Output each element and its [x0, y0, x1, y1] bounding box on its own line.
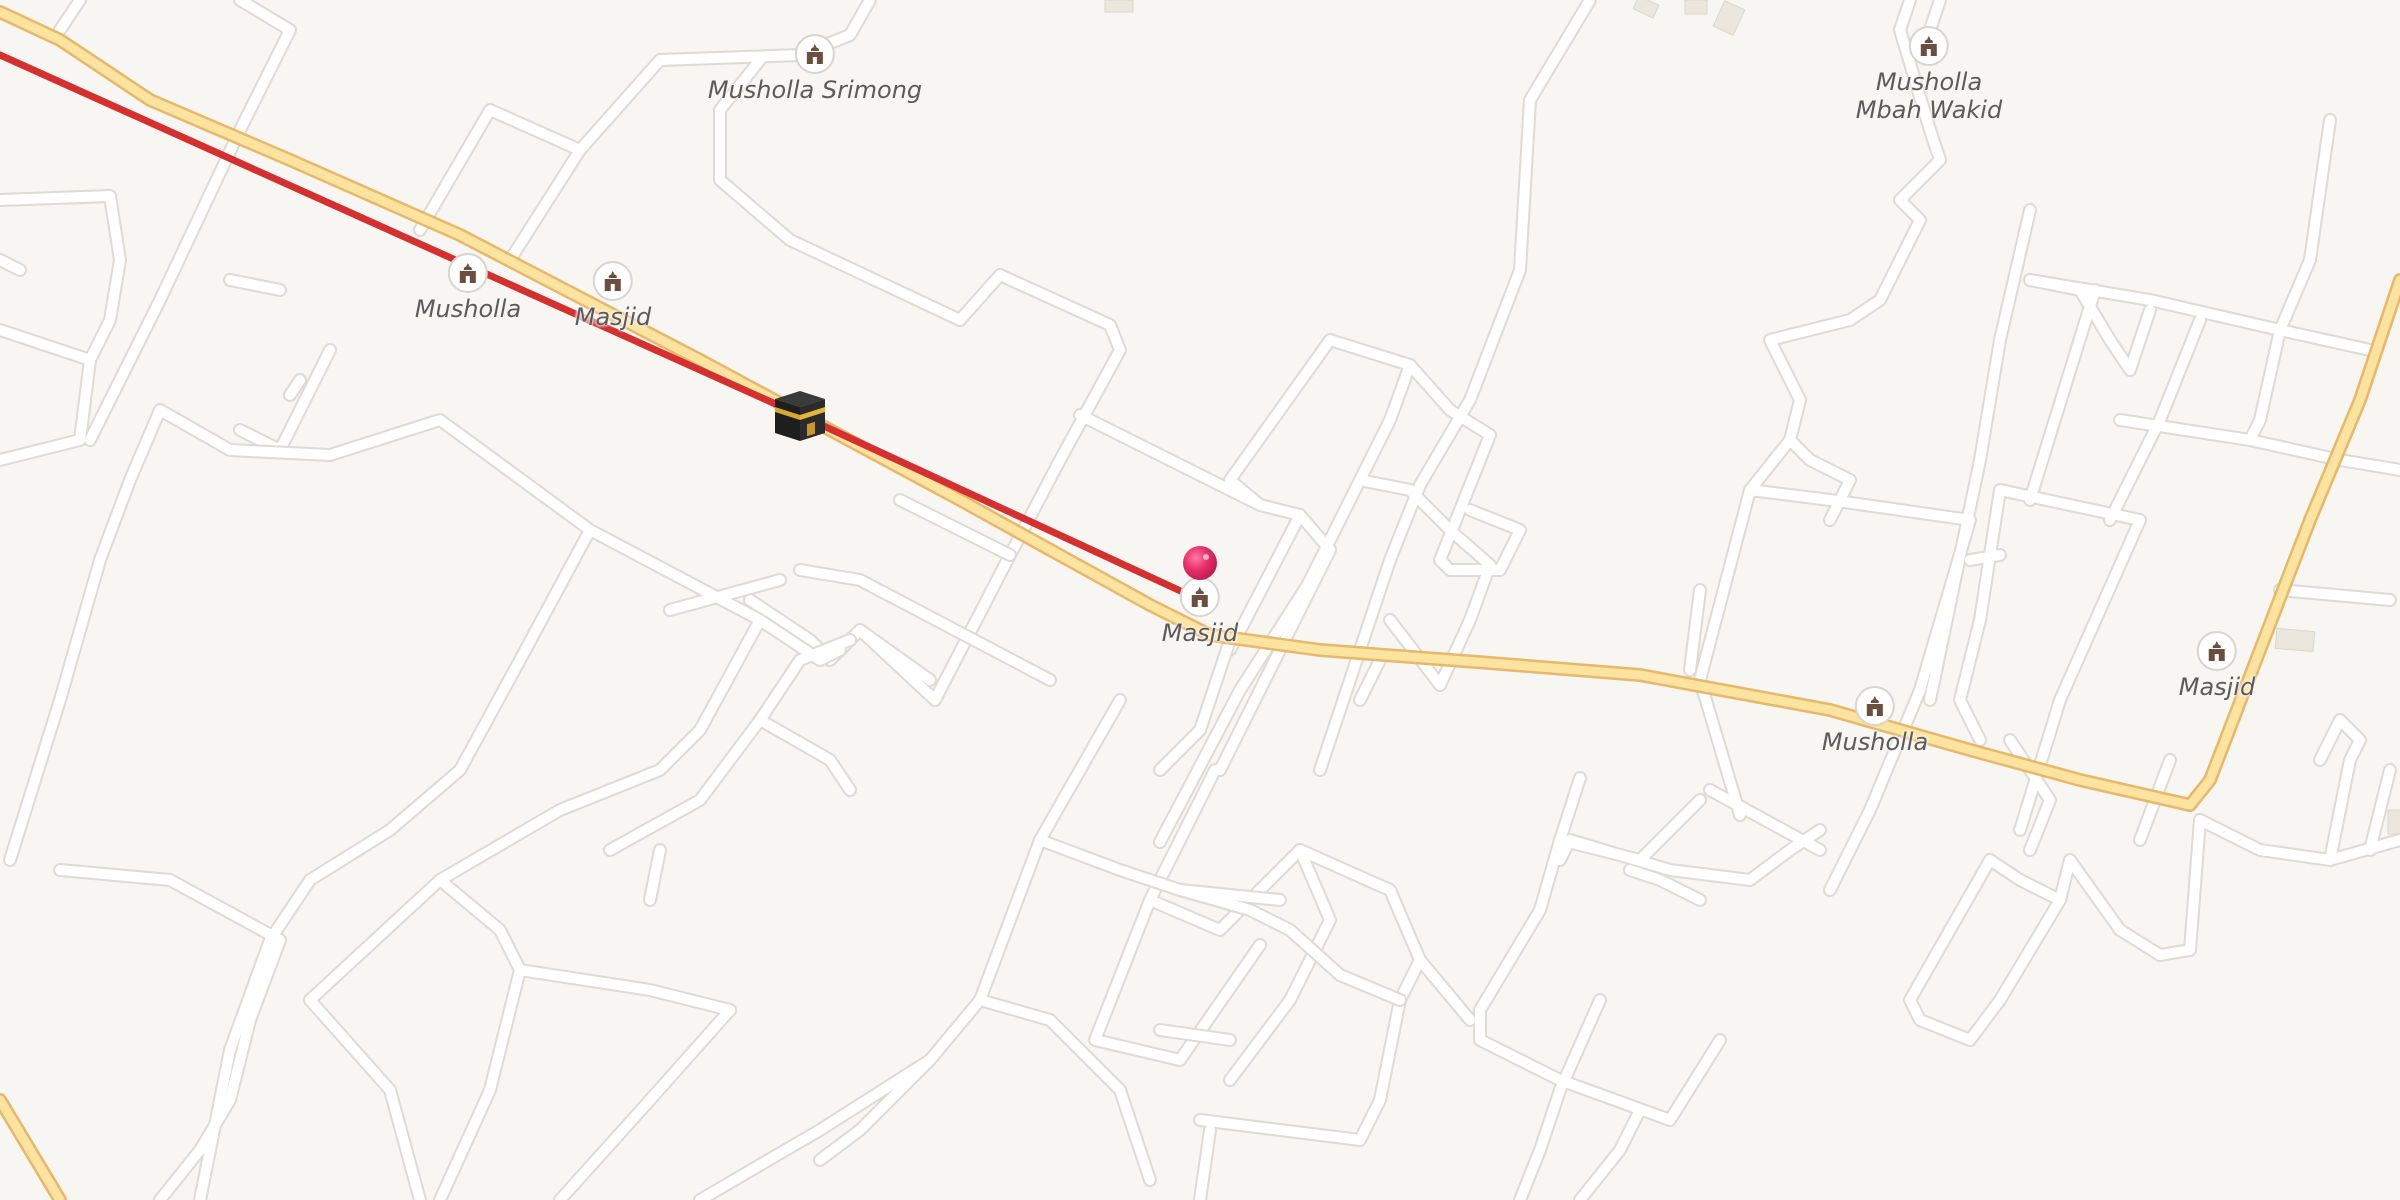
kaaba-icon[interactable]	[771, 387, 829, 449]
poi-label: Musholla	[1821, 728, 1929, 756]
mosque-icon	[2197, 631, 2237, 671]
poi-label: Masjid	[1161, 619, 1239, 647]
poi-label: Musholla Srimong	[707, 76, 923, 104]
poi-masjid-center[interactable]: Masjid	[1161, 577, 1239, 647]
poi-label: Musholla	[414, 295, 522, 323]
poi-masjid-west[interactable]: Masjid	[574, 261, 652, 331]
poi-musholla-east[interactable]: Musholla	[1822, 686, 1928, 756]
poi-musholla-west[interactable]: Musholla	[415, 253, 521, 323]
mosque-icon	[447, 253, 488, 293]
poi-label: Masjid	[574, 303, 652, 331]
mosque-icon	[1908, 26, 1949, 66]
mosque-icon	[1854, 686, 1895, 726]
poi-musholla-srimong[interactable]: Musholla Srimong	[708, 34, 922, 104]
poi-label: Musholla Mbah Wakid	[1855, 68, 2003, 124]
mosque-icon	[593, 261, 633, 301]
map-view[interactable]: Musholla Srimong Musholla Masjid Masjid …	[0, 0, 2400, 1200]
poi-masjid-east[interactable]: Masjid	[2178, 631, 2256, 701]
poi-musholla-mbah-wakid[interactable]: Musholla Mbah Wakid	[1856, 26, 2002, 124]
mosque-icon	[794, 34, 835, 74]
poi-label: Masjid	[2178, 673, 2256, 701]
location-pin-marker[interactable]	[1180, 543, 1220, 587]
